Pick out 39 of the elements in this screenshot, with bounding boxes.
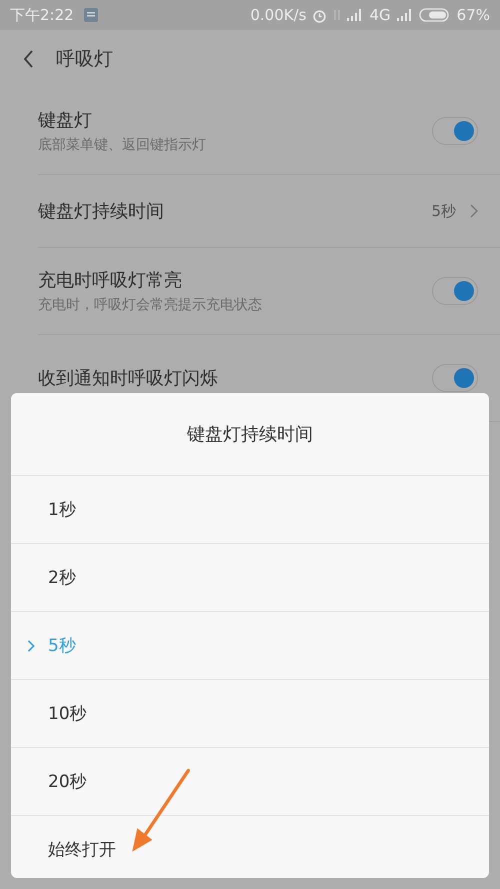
option-item[interactable]: 1秒 [11,476,489,544]
option-item[interactable]: 10秒 [11,680,489,748]
status-time: 下午2:22 [10,6,74,24]
setting-title: 键盘灯持续时间 [38,200,165,223]
chevron-icon [470,204,478,218]
setting-title: 收到通知时呼吸灯闪烁 [38,367,219,390]
notification-icon [84,8,98,22]
battery-icon [418,8,451,22]
settings-row[interactable]: 键盘灯 底部菜单键、返回键指示灯 [38,88,500,175]
option-label: 5秒 [48,635,76,657]
data-arrows-icon [333,8,342,22]
option-label: 1秒 [48,499,76,521]
network-speed: 0.00K/s [250,6,306,24]
network-type: 4G [369,6,391,24]
option-item[interactable]: 2秒 [11,544,489,612]
toggle-switch[interactable] [432,117,478,145]
alarm-icon [312,8,328,22]
dialog-title: 键盘灯持续时间 [11,393,489,476]
page-title: 呼吸灯 [56,47,113,72]
settings-row[interactable]: 充电时呼吸灯常亮 充电时，呼吸灯会常亮提示充电状态 [38,248,500,335]
battery-percent: 67% [456,6,490,24]
option-label: 20秒 [48,771,87,793]
option-item[interactable]: 20秒 [11,748,489,816]
toggle-switch[interactable] [432,277,478,305]
setting-description: 底部菜单键、返回键指示灯 [38,136,207,154]
setting-title: 充电时呼吸灯常亮 [38,269,183,292]
signal-icon [396,9,413,21]
option-label: 始终打开 [48,839,116,861]
setting-value: 5秒 [431,202,456,220]
back-icon[interactable] [24,50,34,68]
toggle-switch[interactable] [432,364,478,392]
setting-title: 键盘灯 [38,109,93,132]
option-item[interactable]: 始终打开 [11,816,489,883]
settings-row[interactable]: 键盘灯持续时间 5秒 [38,175,500,248]
setting-description: 充电时，呼吸灯会常亮提示充电状态 [38,296,263,314]
option-label: 10秒 [48,703,87,725]
signal-icon [347,9,364,21]
chevron-icon [27,640,35,652]
option-label: 2秒 [48,567,76,589]
